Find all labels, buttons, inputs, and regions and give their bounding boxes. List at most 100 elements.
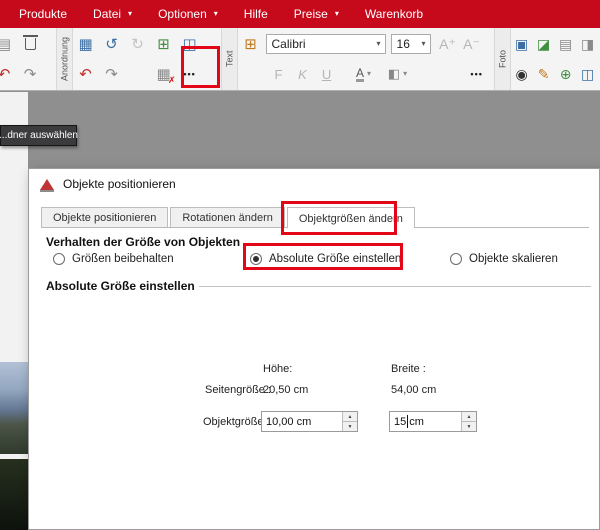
dialog-app-icon [40, 179, 54, 190]
italic-button[interactable]: K [291, 62, 315, 86]
radio-absolute-groesse-einstellen[interactable]: Absolute Größe einstellen [250, 253, 401, 265]
font-family-value: Calibri [272, 37, 306, 51]
font-family-select[interactable]: Calibri ▾ [266, 34, 386, 54]
spin-up-button[interactable]: ▲ [343, 412, 357, 422]
mask-icon[interactable]: ◨ [577, 32, 599, 56]
chevron-down-icon: ▾ [335, 10, 339, 18]
menu-preise[interactable]: Preise ▾ [281, 0, 352, 28]
insert-textfield-icon[interactable]: ⊞ [238, 31, 264, 57]
font-size-value: 16 [397, 37, 410, 51]
menu-preise-label: Preise [294, 7, 328, 21]
undo-icon[interactable]: ↶ [0, 61, 17, 87]
grid-icon[interactable]: ▦ [73, 31, 99, 57]
spin-down-button[interactable]: ▼ [462, 422, 476, 431]
behavior-section-heading: Verhalten der Größe von Objekten [46, 235, 240, 249]
object-height-input[interactable]: 10,00 cm ▲ ▼ [261, 411, 358, 432]
radio-label: Größen beibehalten [72, 253, 174, 265]
radio-circle [53, 253, 65, 265]
object-width-input[interactable]: 15 cm ▲ ▼ [389, 411, 477, 432]
menu-produkte-label: Produkte [19, 7, 67, 21]
photo-thumbnail[interactable] [0, 459, 28, 530]
chevron-down-icon: ▾ [403, 70, 407, 78]
toolbar-group-foto: ▣ ◪ ▤ ◨ ◉ ✎ ⊕ ◫ [511, 28, 600, 90]
page-height-value: 20,50 cm [263, 384, 308, 396]
app-window: Produkte Datei▾ Optionen▾ Hilfe Preise▾ … [0, 0, 600, 530]
bold-button[interactable]: F [267, 62, 291, 86]
redo-arrange-icon[interactable]: ↷ [99, 61, 125, 87]
font-larger-button[interactable]: A⁺ [436, 32, 460, 56]
menu-datei-label: Datei [93, 7, 121, 21]
radio-label: Absolute Größe einstellen [269, 253, 401, 265]
photo-filmstrip [0, 92, 28, 530]
duplicate-icon[interactable]: ⊞ [151, 31, 177, 57]
menu-datei[interactable]: Datei▾ [80, 0, 145, 28]
select-folder-button[interactable]: ...dner auswählen [0, 125, 77, 146]
collage-icon[interactable]: ◫ [577, 62, 599, 86]
underline-button[interactable]: U [315, 62, 339, 86]
width-column-label: Breite : [391, 363, 426, 375]
radio-objekte-skalieren[interactable]: Objekte skalieren [450, 253, 558, 265]
rotate-right-icon[interactable]: ↻ [125, 31, 151, 57]
more-options-button[interactable]: ••• [177, 61, 203, 87]
menu-warenkorb-label: Warenkorb [365, 7, 423, 21]
toolbar-section-text: Text [221, 28, 238, 90]
add-person-icon[interactable]: ⊕ [555, 62, 577, 86]
tab-rotationen-aendern[interactable]: Rotationen ändern [170, 207, 285, 227]
object-width-value: 15 [394, 416, 406, 428]
layers-icon[interactable]: ◫ [177, 31, 203, 57]
font-smaller-button[interactable]: A⁻ [460, 32, 484, 56]
chevron-down-icon: ▾ [422, 40, 426, 48]
chevron-down-icon: ▾ [377, 40, 381, 48]
fill-color-icon: ◧ [388, 66, 400, 82]
delete-x-icon: ✗ [168, 75, 176, 86]
menu-optionen-label: Optionen [158, 7, 207, 21]
menu-produkte[interactable]: Produkte [6, 0, 80, 28]
font-color-button[interactable]: A▾ [347, 62, 381, 86]
menu-optionen[interactable]: Optionen ▾ [145, 0, 231, 28]
spin-down-button[interactable]: ▼ [343, 422, 357, 431]
menu-hilfe[interactable]: Hilfe [231, 0, 281, 28]
text-caret [407, 415, 408, 428]
delete-table-icon[interactable]: ▦✗ [151, 61, 177, 87]
clipboard-icon[interactable]: ▤ [0, 31, 17, 57]
more-dots-icon: ••• [470, 69, 482, 79]
font-size-select[interactable]: 16 ▾ [391, 34, 431, 54]
chevron-down-icon: ▾ [214, 10, 218, 18]
radio-label: Objekte skalieren [469, 253, 558, 265]
toolbar-spacer [125, 61, 151, 87]
toolbar-group-anordnung: ▦ ↺ ↻ ⊞ ◫ ↶ ↷ ▦✗ ••• [73, 28, 217, 90]
font-color-icon: A [356, 67, 364, 82]
edit-pencil-icon[interactable]: ✎ [533, 62, 555, 86]
frame-icon[interactable]: ▤ [555, 32, 577, 56]
text-more-options-button[interactable]: ••• [464, 61, 490, 87]
image-export-icon[interactable]: ◪ [533, 32, 555, 56]
insert-image-icon[interactable]: ▣ [511, 32, 533, 56]
radio-dot [253, 256, 259, 262]
dialog-title: Objekte positionieren [63, 177, 176, 191]
object-height-value: 10,00 cm [266, 416, 311, 428]
photo-thumbnail[interactable] [0, 362, 28, 454]
trash-glyph [25, 38, 36, 50]
undo-arrange-icon[interactable]: ↶ [73, 61, 99, 87]
toolbar-group-edit: ▤ ↶ ↷ [0, 28, 56, 90]
toolbar-group-text: ⊞ Calibri ▾ 16 ▾ A⁺ A⁻ F K U A▾ ◧▾ ••• [238, 28, 494, 90]
radio-groessen-beibehalten[interactable]: Größen beibehalten [53, 253, 174, 265]
page-width-value: 54,00 cm [391, 384, 436, 396]
fill-color-button[interactable]: ◧▾ [381, 62, 415, 86]
spin-up-button[interactable]: ▲ [462, 412, 476, 422]
dialog-titlebar: Objekte positionieren [29, 169, 599, 199]
page-size-label: Seitengröße : [205, 384, 271, 396]
tab-objektgroessen-aendern[interactable]: Objektgrößen ändern [287, 207, 415, 228]
spinner: ▲ ▼ [461, 412, 476, 431]
trash-icon[interactable] [17, 31, 43, 57]
object-size-label: Objektgröße: [203, 416, 267, 428]
tab-objekte-positionieren[interactable]: Objekte positionieren [41, 207, 168, 227]
menu-warenkorb[interactable]: Warenkorb [352, 0, 436, 28]
rotate-left-icon[interactable]: ↺ [99, 31, 125, 57]
toolbar: ▤ ↶ ↷ Anordnung ▦ ↺ ↻ ⊞ ◫ ↶ ↷ ▦✗ ••• [0, 28, 600, 91]
radio-circle [450, 253, 462, 265]
photo-icon[interactable]: ◉ [511, 62, 533, 86]
more-dots-icon: ••• [183, 69, 195, 79]
redo-icon[interactable]: ↷ [17, 61, 43, 87]
dialog-objekte-positionieren: Objekte positionieren Objekte positionie… [28, 168, 600, 530]
